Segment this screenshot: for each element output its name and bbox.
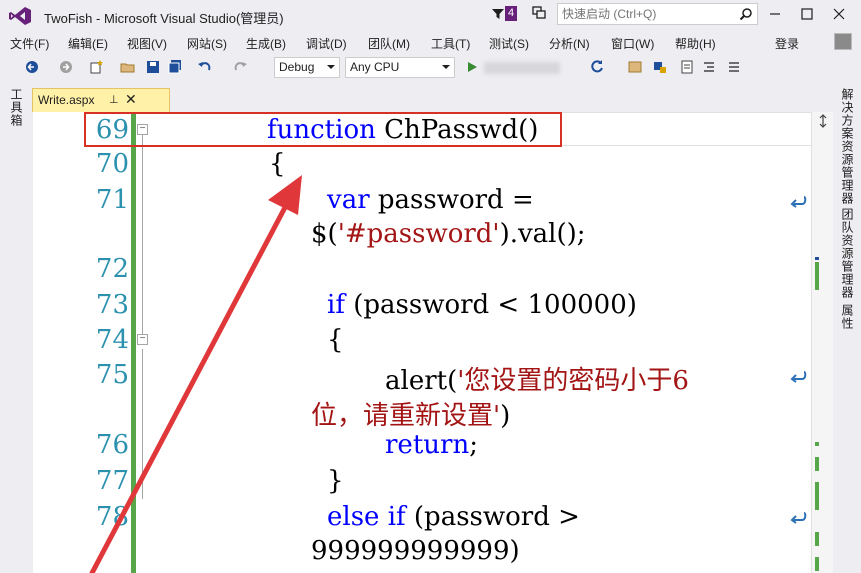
comment-icon[interactable] (652, 59, 668, 75)
list-icon[interactable] (726, 59, 742, 75)
menu-website[interactable]: 网站(S) (187, 35, 227, 52)
line-number: 75 (95, 360, 129, 390)
chevron-down-icon (442, 65, 450, 69)
code-line-70: { (269, 149, 286, 179)
change-marker (815, 532, 819, 546)
code-line-78-wrapped: 999999999999) (311, 536, 520, 566)
change-marker (815, 482, 819, 510)
code-line-77: } (327, 466, 344, 496)
align-lines-icon[interactable] (701, 59, 717, 75)
chevron-down-icon (327, 65, 335, 69)
left-tool-window-rail: 工具箱 (0, 82, 28, 573)
word-wrap-icon (790, 371, 807, 383)
word-wrap-icon (790, 512, 807, 524)
undo-icon[interactable] (197, 59, 213, 75)
new-project-icon[interactable] (88, 59, 104, 75)
save-icon[interactable] (145, 59, 161, 75)
menu-bar: 文件(F) 编辑(E) 视图(V) 网站(S) 生成(B) 调试(D) 团队(M… (0, 32, 861, 54)
line-number: 76 (95, 430, 129, 460)
vertical-scrollbar[interactable] (811, 112, 833, 573)
navigate-back-icon[interactable] (24, 59, 40, 75)
outline-fold-line (142, 134, 143, 344)
avatar[interactable] (834, 33, 852, 50)
filter-icon[interactable] (491, 7, 505, 21)
code-editor[interactable]: − − 69 70 71 72 73 74 75 76 77 78 functi… (33, 112, 811, 573)
search-icon[interactable] (739, 7, 753, 21)
maximize-icon[interactable] (797, 4, 817, 24)
quick-launch-box[interactable] (557, 3, 758, 25)
navigate-forward-icon[interactable] (58, 59, 74, 75)
change-marker (815, 442, 819, 446)
menu-tools[interactable]: 工具(T) (431, 35, 470, 52)
tab-label: Write.aspx (38, 93, 95, 107)
change-tracking-bar (131, 112, 136, 573)
menu-team[interactable]: 团队(M) (368, 35, 410, 52)
standard-toolbar: Debug Any CPU (0, 54, 861, 82)
code-line-71-wrapped: $('#password').val(); (311, 219, 586, 249)
line-number: 77 (95, 466, 129, 496)
line-number: 78 (95, 502, 129, 532)
line-number: 71 (95, 185, 129, 215)
annotation-highlight-box (84, 112, 562, 147)
solution-configuration-dropdown[interactable]: Debug (274, 57, 340, 78)
change-marker (815, 262, 819, 290)
code-line-76: return; (385, 430, 478, 460)
document-outline-icon[interactable] (679, 59, 695, 75)
right-tool-window-rail: 解决方案资源管理器 团队资源管理器 属性 (833, 82, 861, 573)
menu-debug[interactable]: 调试(D) (306, 35, 347, 52)
start-debugging-icon[interactable] (464, 59, 480, 75)
code-line-78: else if (password > (327, 502, 580, 532)
line-number: 73 (95, 290, 129, 320)
code-line-73: if (password < 100000) (327, 290, 637, 320)
title-bar: TwoFish - Microsoft Visual Studio(管理员) 4 (0, 0, 861, 32)
line-number: 72 (95, 254, 129, 284)
team-explorer-tab[interactable]: 团队资源管理器 (839, 208, 856, 299)
document-tab-strip: Write.aspx ⊥ ✕ (28, 82, 833, 112)
redacted-browser-name (484, 62, 560, 74)
pin-icon[interactable]: ⊥ (109, 93, 119, 106)
line-number: 70 (95, 149, 129, 179)
open-file-icon[interactable] (120, 59, 136, 75)
visual-studio-logo-icon (9, 7, 31, 25)
toolbox-tab[interactable]: 工具箱 (8, 88, 25, 127)
change-marker (815, 557, 819, 571)
feedback-icon[interactable] (532, 6, 546, 20)
quick-launch-input[interactable] (558, 4, 738, 24)
menu-help[interactable]: 帮助(H) (675, 35, 716, 52)
redo-icon[interactable] (232, 59, 248, 75)
code-line-74: { (327, 325, 344, 355)
change-marker (815, 457, 819, 471)
code-line-75: alert('您设置的密码小于6 (385, 366, 689, 396)
line-number: 74 (95, 325, 129, 355)
notification-badge[interactable]: 4 (505, 6, 518, 21)
window-title: TwoFish - Microsoft Visual Studio(管理员) (44, 11, 284, 26)
solution-platform-dropdown[interactable]: Any CPU (345, 57, 455, 78)
menu-file[interactable]: 文件(F) (10, 35, 49, 52)
solution-configuration-value: Debug (279, 60, 315, 74)
collapse-icon[interactable]: − (137, 334, 148, 345)
solution-platform-value: Any CPU (350, 60, 400, 74)
caret-position-marker (815, 257, 819, 260)
outline-fold-line (142, 349, 143, 499)
split-window-icon[interactable] (816, 114, 830, 128)
close-window-icon[interactable] (829, 4, 849, 24)
menu-analyze[interactable]: 分析(N) (549, 35, 590, 52)
properties-tab[interactable]: 属性 (839, 304, 856, 330)
refresh-icon[interactable] (589, 59, 605, 75)
login-link[interactable]: 登录 (775, 35, 799, 52)
code-line-75-wrapped: 位，请重新设置') (311, 401, 511, 431)
browser-link-icon[interactable] (627, 59, 643, 75)
save-all-icon[interactable] (167, 59, 183, 75)
menu-view[interactable]: 视图(V) (127, 35, 167, 52)
menu-edit[interactable]: 编辑(E) (68, 35, 108, 52)
solution-explorer-tab[interactable]: 解决方案资源管理器 (839, 88, 856, 205)
tab-write-aspx[interactable]: Write.aspx ⊥ ✕ (32, 88, 170, 112)
menu-build[interactable]: 生成(B) (246, 35, 286, 52)
menu-test[interactable]: 测试(S) (489, 35, 529, 52)
code-line-71: var password = (327, 185, 534, 215)
word-wrap-icon (790, 196, 807, 208)
menu-window[interactable]: 窗口(W) (611, 35, 654, 52)
minimize-icon[interactable] (765, 4, 785, 24)
close-icon[interactable]: ✕ (125, 91, 137, 108)
